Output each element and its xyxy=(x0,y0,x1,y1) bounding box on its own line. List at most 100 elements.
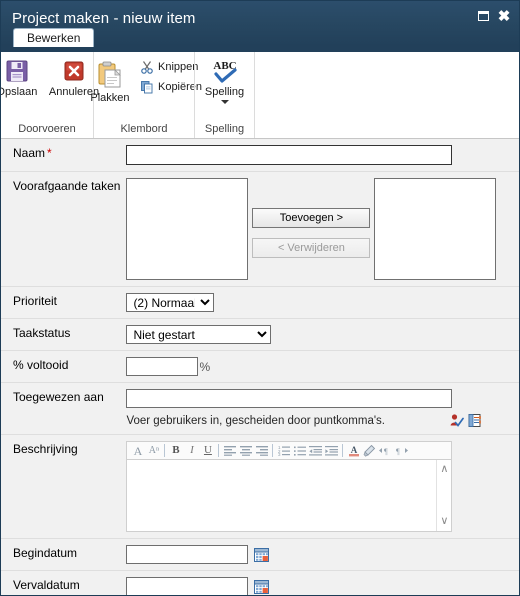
scroll-up-icon[interactable]: ∧ xyxy=(440,464,448,475)
highlight-color-icon[interactable] xyxy=(362,443,377,458)
toolbar-separator xyxy=(272,444,274,457)
save-icon xyxy=(4,58,30,84)
address-book-icon[interactable] xyxy=(467,413,482,428)
label-predecessors: Voorafgaande taken xyxy=(13,179,121,193)
ribbon-group-klembord-label: Klembord xyxy=(120,123,168,135)
ribbon-paste-button[interactable]: Plakken xyxy=(83,56,137,104)
close-button[interactable]: ✖ xyxy=(497,7,511,25)
align-left-icon[interactable] xyxy=(222,443,237,458)
ribbon-group-spelling-items: ABC Spelling xyxy=(192,56,258,123)
required-indicator: * xyxy=(47,146,52,160)
align-right-icon[interactable] xyxy=(254,443,269,458)
label-percent-cell: % voltooid xyxy=(1,350,127,383)
font-size-shrink-icon[interactable]: Aⁿ xyxy=(146,443,161,458)
due-date-row xyxy=(126,577,509,595)
field-duedate-cell xyxy=(126,570,519,595)
ribbon-group-doorvoeren-label: Doorvoeren xyxy=(18,123,76,135)
spelling-icon: ABC xyxy=(208,58,242,84)
ribbon-save-button[interactable]: Opslaan xyxy=(1,56,44,98)
taskstatus-select[interactable]: Niet gestart xyxy=(126,325,272,344)
predecessors-picker: Toevoegen > < Verwijderen xyxy=(126,178,509,280)
window-controls: ✖ xyxy=(476,7,511,25)
rtl-direction-icon[interactable]: ¶ xyxy=(394,443,409,458)
toolbar-separator xyxy=(342,444,344,457)
start-date-input[interactable] xyxy=(126,545,249,564)
numbered-list-icon[interactable]: 1 2 3 xyxy=(276,443,291,458)
label-taskstatus: Taakstatus xyxy=(13,326,71,340)
label-predecessors-cell: Voorafgaande taken xyxy=(1,171,127,287)
svg-text:¶: ¶ xyxy=(384,447,388,456)
close-icon: ✖ xyxy=(497,7,511,25)
field-percent-cell: % xyxy=(126,350,519,383)
check-names-icon[interactable] xyxy=(449,413,464,428)
field-description-cell: A Aⁿ B I U 1 2 3 A ¶ ¶ ∧ ∨ xyxy=(126,434,519,539)
tab-bewerken[interactable]: Bewerken xyxy=(13,28,95,47)
ribbon-body: Opslaan Annuleren Doorvoeren Plakken Kni… xyxy=(1,52,519,139)
toolbar-separator xyxy=(218,444,220,457)
assigned-to-input[interactable] xyxy=(126,389,453,408)
label-start-date: Begindatum xyxy=(13,546,78,560)
ribbon-spelling-label: Spelling xyxy=(204,86,245,98)
label-description-cell: Beschrijving xyxy=(1,434,127,539)
form-area: Naam* Voorafgaande taken Toevoegen > < xyxy=(1,139,519,595)
people-picker-icons xyxy=(449,413,482,428)
predecessors-buttons: Toevoegen > < Verwijderen xyxy=(248,178,374,258)
svg-text:A: A xyxy=(351,445,358,455)
label-priority: Prioriteit xyxy=(13,294,58,308)
row-taakstatus: Taakstatus Niet gestart xyxy=(1,318,519,351)
ltr-direction-icon[interactable]: ¶ xyxy=(378,443,393,458)
due-date-input[interactable] xyxy=(126,577,249,595)
assigned-to-hint-row: Voer gebruikers in, gescheiden door punt… xyxy=(126,413,509,428)
row-prioriteit: Prioriteit (2) Normaal xyxy=(1,286,519,319)
field-priority-cell: (2) Normaal xyxy=(126,286,519,319)
bulleted-list-icon[interactable] xyxy=(292,443,307,458)
description-editor: A Aⁿ B I U 1 2 3 A ¶ ¶ ∧ ∨ xyxy=(126,441,453,532)
decrease-indent-icon[interactable] xyxy=(308,443,323,458)
ribbon-spacer xyxy=(254,52,519,138)
field-naam-cell xyxy=(126,139,519,172)
underline-icon[interactable]: U xyxy=(200,443,215,458)
predecessors-selected-list[interactable] xyxy=(374,178,497,280)
row-voorafgaande-taken: Voorafgaande taken Toevoegen > < Verwijd… xyxy=(1,171,519,287)
restore-button[interactable] xyxy=(476,9,490,23)
field-startdate-cell xyxy=(126,538,519,571)
toolbar-separator xyxy=(164,444,166,457)
font-color-icon[interactable]: A xyxy=(346,443,361,458)
align-center-icon[interactable] xyxy=(238,443,253,458)
paste-icon xyxy=(96,60,124,90)
description-textarea[interactable]: ∧ ∨ xyxy=(126,460,453,532)
field-predecessors-cell: Toevoegen > < Verwijderen xyxy=(126,171,519,287)
copy-icon xyxy=(140,80,154,94)
italic-icon[interactable]: I xyxy=(184,443,199,458)
ribbon-group-klembord: Plakken Knippen Kopiëren Klembord xyxy=(90,52,202,138)
increase-indent-icon[interactable] xyxy=(324,443,339,458)
form-table: Naam* Voorafgaande taken Toevoegen > < xyxy=(1,139,519,595)
row-vervaldatum: Vervaldatum xyxy=(1,570,519,595)
label-startdate-cell: Begindatum xyxy=(1,538,127,571)
bold-icon[interactable]: B xyxy=(168,443,183,458)
predecessors-available-list[interactable] xyxy=(126,178,249,280)
row-toegewezen-aan: Toegewezen aan Voer gebruikers in, gesch… xyxy=(1,382,519,435)
calendar-icon[interactable] xyxy=(254,579,270,594)
predecessors-add-button[interactable]: Toevoegen > xyxy=(252,208,371,228)
priority-select[interactable]: (2) Normaal xyxy=(126,293,215,312)
name-input[interactable] xyxy=(126,145,453,165)
predecessors-remove-button[interactable]: < Verwijderen xyxy=(252,238,371,258)
svg-text:¶: ¶ xyxy=(396,447,400,456)
ribbon-group-spelling-label: Spelling xyxy=(204,123,245,135)
description-scrollbar[interactable]: ∧ ∨ xyxy=(436,460,452,531)
ribbon-spelling-button[interactable]: ABC Spelling xyxy=(198,56,252,104)
row-naam: Naam * xyxy=(1,139,519,172)
percent-complete-input[interactable] xyxy=(126,357,199,376)
row-begindatum: Begindatum xyxy=(1,538,519,571)
scroll-down-icon[interactable]: ∨ xyxy=(440,516,448,527)
row-percent-voltooid: % voltooid % xyxy=(1,350,519,383)
chevron-down-icon[interactable] xyxy=(220,100,229,104)
calendar-icon[interactable] xyxy=(254,547,270,562)
dialog-title: Project maken - nieuw item xyxy=(12,10,196,27)
start-date-row xyxy=(126,545,509,564)
font-size-grow-icon[interactable]: A xyxy=(130,443,145,458)
label-naam: Naam xyxy=(13,146,46,160)
task-dialog: Project maken - nieuw item ✖ Bewerken Op… xyxy=(0,0,520,596)
ribbon-group-spelling: ABC Spelling Spelling xyxy=(194,52,254,138)
